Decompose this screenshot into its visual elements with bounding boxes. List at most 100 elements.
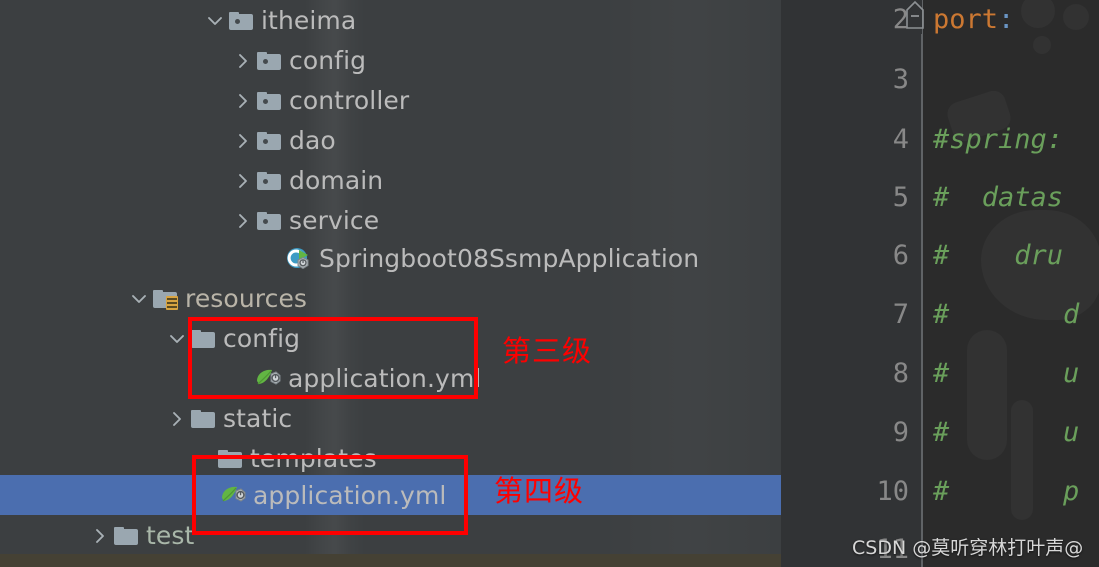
folder-icon: [257, 172, 281, 190]
chevron-down-icon[interactable]: [126, 278, 152, 318]
tree-row-label: templates: [250, 443, 377, 473]
fold-region-stem: [921, 34, 922, 567]
editor-line-number: 3: [892, 64, 909, 95]
editor-code-line[interactable]: # dru: [933, 242, 1063, 269]
folder-icon: [218, 450, 242, 468]
tree-row-label: config: [223, 323, 301, 353]
spring-yml-icon: [220, 482, 246, 508]
bg-blob: [1021, 0, 1055, 28]
tree-row[interactable]: dao: [0, 120, 781, 160]
folder-icon: [256, 207, 282, 233]
tree-row-label: static: [223, 403, 293, 433]
editor-code-line[interactable]: port:: [933, 6, 1014, 33]
code-token: # p: [933, 476, 1080, 507]
project-tool-window[interactable]: itheima config controller dao domain service S…: [0, 0, 781, 554]
editor-line-number: 10: [876, 476, 909, 507]
chevron-right-icon: [239, 54, 247, 68]
folder-plain-icon: [113, 522, 139, 548]
editor-panel[interactable]: 2 port: 3 4 #spring: 5 # datas 6 # dru 7 # d 8 # u 9 #…: [781, 0, 1099, 567]
code-token: port: [933, 4, 999, 35]
spring-class-icon: [286, 245, 312, 271]
folder-icon: [191, 410, 215, 428]
editor-line-number: 5: [892, 182, 909, 213]
tree-row[interactable]: service: [0, 200, 781, 240]
chevron-right-icon[interactable]: [164, 398, 190, 438]
tree-row[interactable]: application.yml: [0, 358, 781, 398]
folder-icon: [256, 167, 282, 193]
tree-row[interactable]: application.yml: [0, 475, 781, 515]
spring-class-icon: [286, 247, 312, 271]
chevron-right-icon[interactable]: [230, 80, 256, 120]
chevron-right-icon[interactable]: [230, 120, 256, 160]
tree-row-label: domain: [289, 165, 384, 195]
chevron-right-icon[interactable]: [87, 515, 113, 554]
tree-row[interactable]: test: [0, 515, 781, 554]
code-token: # datas: [933, 182, 1064, 213]
chevron-down-icon: [208, 17, 222, 25]
bottom-status-strip: [0, 554, 781, 567]
tree-row-label: application.yml: [253, 480, 447, 510]
tree-twisty-empty: [194, 475, 220, 515]
folder-plain-icon: [190, 325, 216, 351]
resources-folder-icon: [152, 285, 178, 311]
csdn-watermark: CSDN @莫听穿林打叶声@: [852, 537, 1084, 559]
chevron-right-icon[interactable]: [230, 160, 256, 200]
editor-line-number: 6: [892, 240, 909, 271]
chevron-right-icon: [239, 174, 247, 188]
tree-twisty-empty: [229, 358, 255, 398]
tree-row-label: application.yml: [288, 363, 482, 393]
editor-line-number: 8: [892, 358, 909, 389]
tree-row[interactable]: controller: [0, 80, 781, 120]
chevron-down-icon: [132, 295, 146, 303]
tree-row[interactable]: config: [0, 318, 781, 358]
chevron-down-icon: [170, 335, 184, 343]
code-token: # u: [933, 358, 1080, 389]
tree-row[interactable]: static: [0, 398, 781, 438]
editor-code-line[interactable]: #spring:: [933, 126, 1063, 153]
editor-code-line[interactable]: # d: [933, 301, 1079, 328]
tree-row[interactable]: templates: [0, 438, 781, 478]
tree-row-label: service: [289, 205, 380, 235]
folder-icon: [257, 52, 281, 70]
tree-twisty-empty: [260, 238, 286, 278]
folder-icon: [256, 47, 282, 73]
editor-line-number: 7: [892, 299, 909, 330]
folder-icon: [228, 7, 254, 33]
annotation-label-level-three: 第三级: [502, 334, 593, 368]
folder-icon: [114, 527, 138, 545]
tree-row-label: resources: [185, 283, 308, 313]
tree-row[interactable]: itheima: [0, 0, 781, 40]
tree-row-label: controller: [289, 85, 410, 115]
folder-icon: [257, 92, 281, 110]
code-token: :: [998, 4, 1015, 35]
code-token: # d: [933, 299, 1080, 330]
tree-row[interactable]: Springboot08SsmpApplication: [0, 238, 781, 278]
gutter-divider: [922, 0, 923, 567]
folder-icon: [257, 212, 281, 230]
spring-yml-icon: [255, 365, 281, 391]
folder-plain-icon: [217, 445, 243, 471]
folder-icon: [256, 127, 282, 153]
tree-row[interactable]: domain: [0, 160, 781, 200]
chevron-right-icon[interactable]: [230, 40, 256, 80]
screenshot-root: itheima config controller dao domain service S…: [0, 0, 1099, 567]
editor-code-line[interactable]: # p: [933, 478, 1079, 505]
chevron-right-icon[interactable]: [230, 200, 256, 240]
bg-blob: [1033, 36, 1051, 54]
editor-code-line[interactable]: # datas: [933, 184, 1063, 211]
tree-scrollbar-track[interactable]: [762, 0, 777, 554]
tree-row[interactable]: resources: [0, 278, 781, 318]
editor-code-line[interactable]: # u: [933, 360, 1079, 387]
chevron-right-icon: [239, 134, 247, 148]
bg-blob: [1063, 4, 1089, 30]
chevron-right-icon: [173, 412, 181, 426]
resources-root-badge: [166, 296, 178, 310]
chevron-down-icon[interactable]: [164, 318, 190, 358]
code-token: # dru: [933, 240, 1064, 271]
folder-plain-icon: [190, 405, 216, 431]
chevron-down-icon[interactable]: [202, 0, 228, 40]
code-token: # u: [933, 417, 1080, 448]
tree-row[interactable]: config: [0, 40, 781, 80]
editor-code-line[interactable]: # u: [933, 419, 1079, 446]
chevron-right-icon: [96, 529, 104, 543]
